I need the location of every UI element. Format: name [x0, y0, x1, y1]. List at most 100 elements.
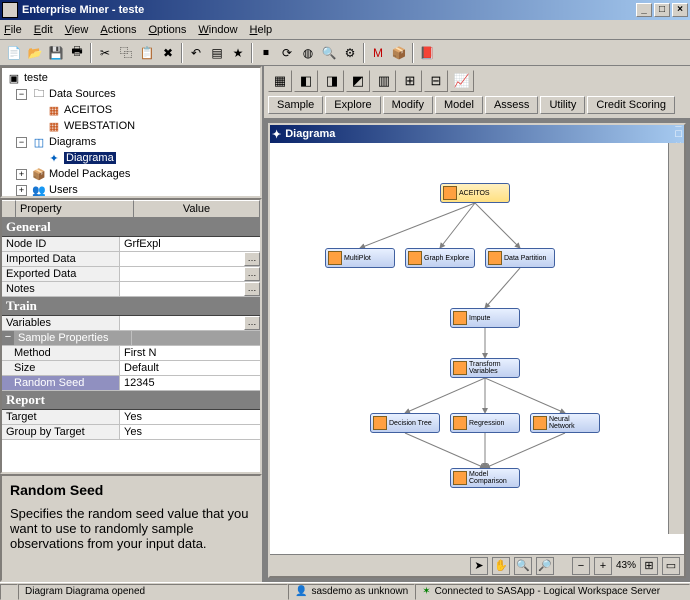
minimize-button[interactable]: _	[636, 3, 652, 17]
prop-row-exported[interactable]: Exported Data…	[2, 267, 260, 282]
collapse-icon[interactable]: −	[16, 89, 27, 100]
ellipsis-button[interactable]: …	[244, 252, 260, 266]
overview-button[interactable]: ▭	[662, 557, 680, 575]
property-grid[interactable]: Property Value General Node IDGrfExpl Im…	[0, 198, 262, 474]
tool-print-icon[interactable]: 🖶	[67, 43, 87, 63]
compare-icon	[453, 471, 467, 485]
zoom-out-icon[interactable]: 🔎	[536, 557, 554, 575]
prop-row-group-by-target[interactable]: Group by TargetYes	[2, 425, 260, 440]
tree-item-webstation[interactable]: ▦WEBSTATION	[4, 118, 258, 134]
diagram-node-model-comp[interactable]: Model Comparison	[450, 468, 520, 488]
diagram-node-decision-tree[interactable]: Decision Tree	[370, 413, 440, 433]
maximize-button[interactable]: □	[654, 3, 670, 17]
palette-append-icon[interactable]: ⊞	[398, 70, 422, 92]
diagram-node-impute[interactable]: Impute	[450, 308, 520, 328]
tool-paste-icon[interactable]: 📋	[137, 43, 157, 63]
tab-utility[interactable]: Utility	[540, 96, 585, 114]
diagram-node-neural-net[interactable]: Neural Network	[530, 413, 600, 433]
pointer-tool-icon[interactable]: ➤	[470, 557, 488, 575]
diagram-canvas[interactable]: ACEITOS MultiPlot Graph Explore Data Par…	[270, 143, 684, 554]
ellipsis-button[interactable]: …	[244, 282, 260, 296]
close-button[interactable]: ×	[672, 3, 688, 17]
tab-model[interactable]: Model	[435, 96, 483, 114]
menu-window[interactable]: Window	[198, 24, 237, 36]
tool-log-icon[interactable]: ▤	[207, 43, 227, 63]
expand-icon[interactable]: +	[16, 169, 27, 180]
menu-actions[interactable]: Actions	[100, 24, 136, 36]
prop-row-target[interactable]: TargetYes	[2, 410, 260, 425]
palette-sample-icon[interactable]: ◧	[294, 70, 318, 92]
diagram-maximize-button[interactable]: □	[675, 128, 682, 140]
zoom-in-icon[interactable]: 🔍	[514, 557, 532, 575]
tab-modify[interactable]: Modify	[383, 96, 433, 114]
prop-row-imported[interactable]: Imported Data…	[2, 252, 260, 267]
tool-copy-icon[interactable]: ⿻	[116, 43, 136, 63]
tool-delete-icon[interactable]: ✖	[158, 43, 178, 63]
prop-sample-properties[interactable]: −Sample Properties	[2, 331, 260, 346]
prop-row-notes[interactable]: Notes…	[2, 282, 260, 297]
tree-users[interactable]: +👥Users	[4, 182, 258, 198]
tool-stop-icon[interactable]: ⏹	[256, 43, 276, 63]
tool-run-icon[interactable]: ★	[228, 43, 248, 63]
tab-assess[interactable]: Assess	[485, 96, 538, 114]
neural-icon	[533, 416, 547, 430]
tree-item-diagrama[interactable]: ✦Diagrama	[4, 150, 258, 166]
diagram-node-regression[interactable]: Regression	[450, 413, 520, 433]
vertical-scrollbar[interactable]	[668, 143, 684, 534]
tool-help-icon[interactable]: 📕	[417, 43, 437, 63]
workspace-tabs: Sample Explore Modify Model Assess Utili…	[268, 96, 686, 114]
prop-row-node-id[interactable]: Node IDGrfExpl	[2, 237, 260, 252]
tree-diagrams[interactable]: −◫Diagrams	[4, 134, 258, 150]
tool-score-icon[interactable]: ⚙	[340, 43, 360, 63]
diagram-node-aceitos[interactable]: ACEITOS	[440, 183, 510, 203]
zoom-minus-button[interactable]: −	[572, 557, 590, 575]
prop-row-method[interactable]: MethodFirst N	[2, 346, 260, 361]
diagram-node-data-partition[interactable]: Data Partition	[485, 248, 555, 268]
tool-open-icon[interactable]: 📂	[25, 43, 45, 63]
ellipsis-button[interactable]: …	[244, 267, 260, 281]
tool-cut-icon[interactable]: ✂	[95, 43, 115, 63]
prop-row-size[interactable]: SizeDefault	[2, 361, 260, 376]
diagram-node-transform[interactable]: Transform Variables	[450, 358, 520, 378]
project-tree[interactable]: ▣teste −🗀Data Sources ▦ACEITOS ▦WEBSTATI…	[0, 66, 262, 198]
tab-credit-scoring[interactable]: Credit Scoring	[587, 96, 675, 114]
palette-timeseries-icon[interactable]: 📈	[450, 70, 474, 92]
tool-explore-icon[interactable]: 🔍	[319, 43, 339, 63]
pan-tool-icon[interactable]: ✋	[492, 557, 510, 575]
menu-edit[interactable]: Edit	[34, 24, 53, 36]
zoom-plus-button[interactable]: +	[594, 557, 612, 575]
palette-merge-icon[interactable]: ⊟	[424, 70, 448, 92]
menu-help[interactable]: Help	[250, 24, 273, 36]
tree-model-packages[interactable]: +📦Model Packages	[4, 166, 258, 182]
collapse-icon[interactable]: −	[16, 137, 27, 148]
expand-icon[interactable]: +	[16, 185, 27, 196]
palette-explore-icon[interactable]: ◩	[346, 70, 370, 92]
tool-results-icon[interactable]: ◍	[298, 43, 318, 63]
tool-new-icon[interactable]: 📄	[4, 43, 24, 63]
menu-options[interactable]: Options	[148, 24, 186, 36]
tool-metadata-icon[interactable]: 📦	[389, 43, 409, 63]
palette-partition-icon[interactable]: ◨	[320, 70, 344, 92]
tree-data-sources[interactable]: −🗀Data Sources	[4, 86, 258, 102]
palette-filter-icon[interactable]: ▥	[372, 70, 396, 92]
tool-register-icon[interactable]: M	[368, 43, 388, 63]
tab-sample[interactable]: Sample	[268, 96, 323, 114]
prop-row-random-seed[interactable]: Random Seed12345	[2, 376, 260, 391]
ellipsis-button[interactable]: …	[244, 316, 260, 330]
diagram-node-multiplot[interactable]: MultiPlot	[325, 248, 395, 268]
palette-datasource-icon[interactable]: ▦	[268, 70, 292, 92]
prop-header-value[interactable]: Value	[134, 200, 260, 217]
prop-header-property[interactable]: Property	[16, 200, 134, 217]
tool-update-icon[interactable]: ⟳	[277, 43, 297, 63]
diagram-node-graph-explore[interactable]: Graph Explore	[405, 248, 475, 268]
menu-file[interactable]: File	[4, 24, 22, 36]
tab-explore[interactable]: Explore	[325, 96, 380, 114]
prop-row-variables[interactable]: Variables…	[2, 316, 260, 331]
tool-undo-icon[interactable]: ↶	[186, 43, 206, 63]
tool-save-icon[interactable]: 💾	[46, 43, 66, 63]
diagram-minimize-button[interactable]: _	[675, 116, 682, 128]
fit-button[interactable]: ⊞	[640, 557, 658, 575]
diagram-window: ✦Diagrama _ □ ×	[268, 123, 686, 578]
menu-view[interactable]: View	[65, 24, 89, 36]
tree-item-aceitos[interactable]: ▦ACEITOS	[4, 102, 258, 118]
